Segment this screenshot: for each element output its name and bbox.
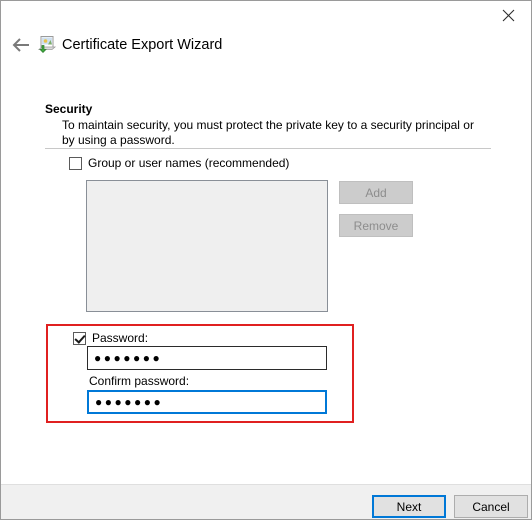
- page-description: To maintain security, you must protect t…: [62, 118, 474, 147]
- group-names-checkbox[interactable]: [69, 156, 82, 170]
- password-checkbox-row[interactable]: Password:: [73, 331, 148, 345]
- wizard-footer: Next Cancel: [1, 484, 531, 519]
- header-divider: [45, 148, 491, 149]
- close-icon: [502, 9, 515, 22]
- cancel-button[interactable]: Cancel: [454, 495, 528, 518]
- title-bar: [1, 1, 531, 29]
- close-button[interactable]: [486, 1, 531, 29]
- confirm-password-input[interactable]: ●●●●●●●: [87, 390, 327, 414]
- password-input[interactable]: ●●●●●●●: [87, 346, 327, 370]
- back-button[interactable]: [7, 32, 35, 60]
- password-checkbox-label: Password:: [92, 331, 149, 345]
- window-title: Certificate Export Wizard: [62, 37, 223, 53]
- wizard-header: Certificate Export Wizard: [1, 29, 531, 65]
- certificate-export-icon: [37, 35, 57, 55]
- wizard-content: Security To maintain security, you must …: [1, 65, 531, 484]
- group-names-checkbox-row[interactable]: Group or user names (recommended): [69, 156, 289, 170]
- back-arrow-icon: [11, 37, 31, 56]
- confirm-password-label: Confirm password:: [89, 374, 190, 388]
- group-names-listbox[interactable]: [86, 180, 328, 312]
- password-checkbox[interactable]: [73, 331, 86, 345]
- add-button[interactable]: Add: [339, 181, 413, 204]
- page-title: Security: [45, 102, 93, 116]
- certificate-export-wizard-window: Certificate Export Wizard Security To ma…: [0, 0, 532, 520]
- group-names-checkbox-label: Group or user names (recommended): [88, 156, 290, 170]
- next-button[interactable]: Next: [372, 495, 446, 518]
- remove-button[interactable]: Remove: [339, 214, 413, 237]
